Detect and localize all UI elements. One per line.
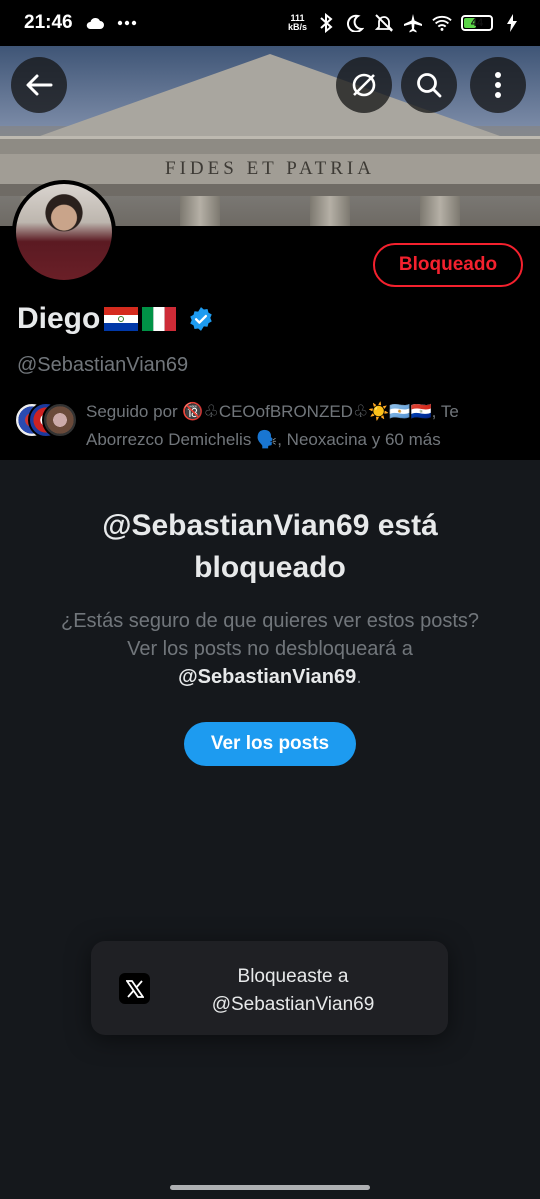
cloud-icon [85, 13, 105, 33]
more-vertical-icon [495, 72, 501, 98]
mute-icon [374, 13, 394, 33]
toast-message: Bloqueaste a @SebastianVian69 [183, 963, 403, 1019]
toast-line-1: Bloqueaste a [237, 966, 349, 987]
follower-avatars [14, 402, 78, 442]
italy-flag-icon [142, 307, 177, 331]
view-posts-button[interactable]: Ver los posts [184, 722, 356, 766]
blocked-description-handle: @SebastianVian69 [178, 666, 357, 688]
charging-icon [502, 13, 522, 33]
bluetooth-icon [316, 13, 336, 33]
followed-by-row[interactable]: Seguido por 🔞♧CEOofBRONZED♧☀️🇦🇷🇵🇾, Te Ab… [14, 398, 524, 454]
net-speed: 111 kB/s [287, 13, 307, 32]
grok-button[interactable] [336, 57, 392, 113]
more-button[interactable] [470, 57, 526, 113]
blocked-description: ¿Estás seguro de que quieres ver estos p… [60, 610, 479, 688]
airplane-icon [403, 13, 423, 33]
verified-badge-icon[interactable] [188, 306, 214, 332]
back-arrow-icon [26, 74, 53, 96]
search-button[interactable] [401, 57, 457, 113]
status-time: 21:46 [24, 12, 73, 33]
x-logo-icon [119, 973, 150, 1004]
wifi-icon [432, 13, 452, 33]
toast-line-2: @SebastianVian69 [211, 994, 375, 1015]
profile-handle: @SebastianVian69 [17, 354, 189, 376]
grok-icon [352, 73, 376, 97]
search-icon [417, 73, 442, 98]
blocked-description-text: ¿Estás seguro de que quieres ver estos p… [60, 610, 479, 660]
avatar[interactable] [12, 180, 116, 284]
blocked-title: @SebastianVian69 está bloqueado [102, 509, 438, 584]
battery-icon: 44 [461, 15, 493, 31]
profile-section: Bloqueado Diego @SebastianVian69 Seguido… [0, 180, 540, 460]
home-indicator[interactable] [170, 1185, 370, 1190]
status-bar: 21:46 111 kB/s 44 [0, 0, 540, 46]
banner-inscription: FIDES ET PATRIA [0, 154, 540, 184]
paraguay-flag-icon [104, 307, 139, 331]
display-name: Diego [17, 302, 101, 335]
battery-level: 44 [470, 17, 484, 29]
block-toast: Bloqueaste a @SebastianVian69 [91, 941, 448, 1035]
blocked-button[interactable]: Bloqueado [373, 243, 523, 287]
back-button[interactable] [11, 57, 67, 113]
more-dots-icon [117, 13, 137, 33]
display-name-row: Diego [17, 302, 214, 336]
followed-by-text: Seguido por 🔞♧CEOofBRONZED♧☀️🇦🇷🇵🇾, Te Ab… [86, 402, 459, 449]
moon-icon [345, 13, 365, 33]
